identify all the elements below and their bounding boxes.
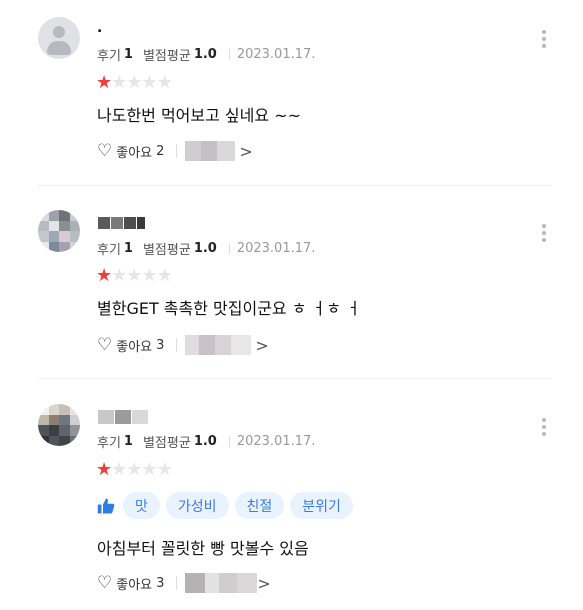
like-label[interactable]: 좋아요 (116, 142, 152, 161)
heart-outline-icon[interactable]: ♡ (97, 336, 112, 354)
tag-chip: 가성비 (165, 492, 229, 519)
like-divider (176, 576, 178, 590)
review-divider (38, 185, 552, 186)
heart-outline-icon[interactable]: ♡ (97, 574, 112, 592)
star-icon: ★ (111, 459, 127, 480)
review-count: 1 (123, 434, 133, 449)
kebab-menu-icon[interactable] (538, 223, 550, 243)
review-text: 아침부터 꼴릿한 빵 맛볼수 있음 (97, 539, 309, 558)
reviewer-nickname[interactable] (98, 217, 146, 231)
kebab-menu-icon[interactable] (538, 417, 550, 437)
review-text: 나도한번 먹어보고 싶네요 ~~ (97, 106, 301, 125)
chevron-right-icon[interactable]: > (239, 142, 252, 161)
reviewer-meta: 후기 1 별점평균 1.0 2023.01.17. (97, 239, 315, 258)
reviewer-nickname[interactable] (98, 410, 149, 424)
meta-divider (228, 49, 230, 60)
reviewer-meta: 후기 1 별점평균 1.0 2023.01.17. (97, 45, 315, 64)
star-icon: ★ (126, 72, 142, 93)
like-label[interactable]: 좋아요 (116, 574, 152, 593)
reviewer-nickname[interactable]: . (97, 20, 102, 36)
avatar[interactable] (38, 17, 80, 59)
reviewer-meta: 후기 1 별점평균 1.0 2023.01.17. (97, 432, 315, 451)
review-count: 1 (123, 47, 133, 62)
star-icon: ★ (96, 72, 112, 93)
like-count[interactable]: 2 (156, 144, 164, 159)
star-icon: ★ (156, 265, 173, 286)
star-icon: ★ (156, 459, 173, 480)
review-count-label: 후기 (97, 243, 121, 258)
star-icon: ★ (156, 72, 173, 93)
star-icon: ★ (111, 72, 127, 93)
star-icon: ★ (141, 265, 157, 286)
review-divider (38, 378, 552, 379)
meta-divider (228, 243, 230, 254)
review-count-label: 후기 (97, 436, 121, 451)
star-rating: ★★★★★ (96, 72, 173, 93)
avatar[interactable] (38, 210, 80, 252)
tag-chip: 맛 (123, 492, 160, 519)
rating-avg-label: 별점평균 (142, 49, 191, 64)
keyword-tags: 맛 가성비 친절 분위기 (97, 492, 359, 519)
avatar[interactable] (38, 404, 80, 446)
like-label[interactable]: 좋아요 (116, 336, 152, 355)
star-icon: ★ (141, 72, 157, 93)
blurred-preview[interactable] (185, 141, 236, 161)
review-count: 1 (123, 241, 133, 256)
star-icon: ★ (96, 459, 112, 480)
review-date: 2023.01.17. (236, 434, 316, 449)
kebab-menu-icon[interactable] (538, 29, 550, 49)
rating-avg: 1.0 (193, 47, 217, 62)
like-divider (176, 338, 178, 352)
tag-chip: 분위기 (290, 492, 353, 519)
chevron-right-icon[interactable]: > (257, 574, 270, 593)
star-icon: ★ (141, 459, 157, 480)
review-count-label: 후기 (97, 49, 121, 64)
star-rating: ★★★★★ (96, 265, 173, 286)
rating-avg-label: 별점평균 (142, 243, 191, 258)
star-icon: ★ (111, 265, 127, 286)
review-date: 2023.01.17. (236, 241, 316, 256)
heart-outline-icon[interactable]: ♡ (97, 142, 112, 160)
chevron-right-icon[interactable]: > (255, 336, 268, 355)
rating-avg: 1.0 (193, 434, 217, 449)
rating-avg: 1.0 (193, 241, 217, 256)
rating-avg-label: 별점평균 (142, 436, 191, 451)
like-row: ♡ 좋아요 3 > (97, 335, 269, 355)
like-count[interactable]: 3 (156, 576, 164, 591)
like-row: ♡ 좋아요 2 > (97, 141, 253, 161)
star-icon: ★ (126, 459, 142, 480)
meta-divider (228, 436, 230, 447)
like-row: ♡ 좋아요 3 > (97, 573, 271, 593)
like-count[interactable]: 3 (156, 338, 164, 353)
blurred-preview[interactable] (185, 335, 252, 355)
tag-chip: 친절 (234, 492, 285, 519)
review-date: 2023.01.17. (236, 47, 316, 62)
star-icon: ★ (126, 265, 142, 286)
like-divider (176, 144, 178, 158)
review-text: 별한GET 촉촉한 맛집이군요 ㅎ ㅓㅎ ㅓ (97, 299, 361, 318)
star-icon: ★ (96, 265, 112, 286)
star-rating: ★★★★★ (96, 459, 173, 480)
thumbs-up-icon (97, 498, 115, 513)
blurred-preview[interactable] (185, 573, 258, 593)
